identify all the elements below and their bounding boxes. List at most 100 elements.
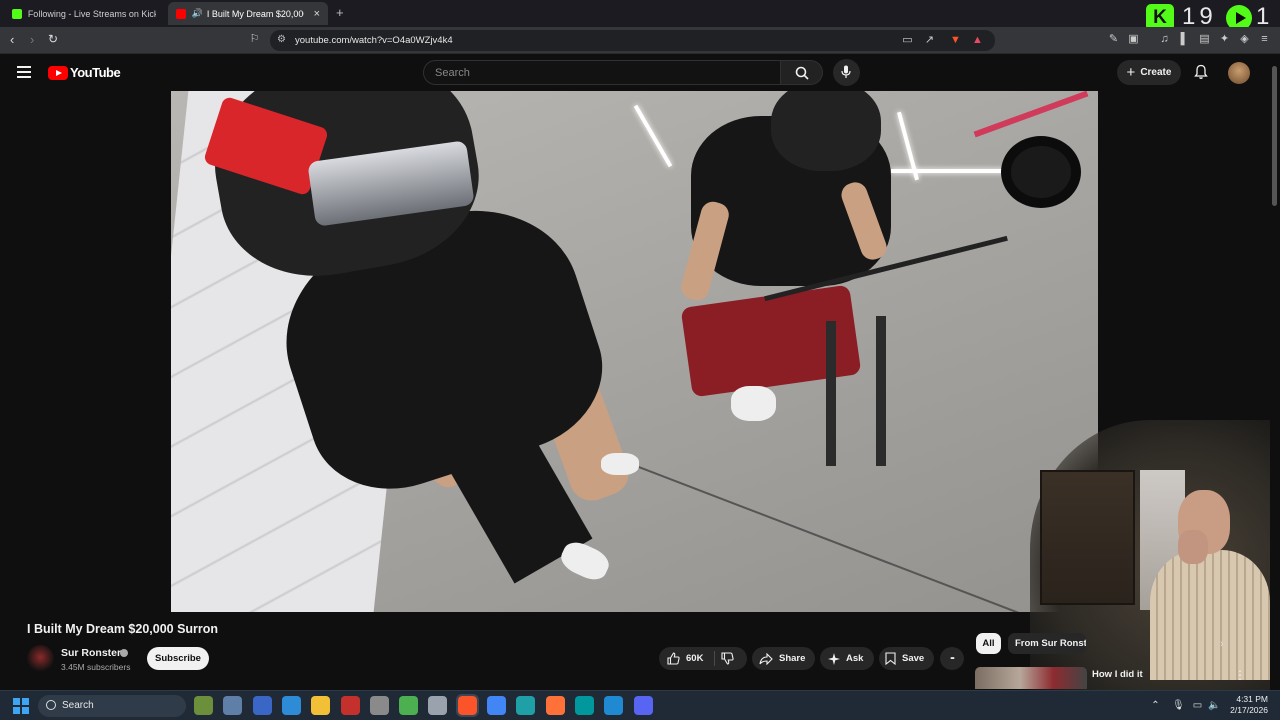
subscriber-count: 3.45M subscribers [61, 662, 131, 672]
wallet-icon[interactable]: ▤ [1198, 33, 1211, 46]
brave-shields-icon[interactable]: ▼ [949, 34, 962, 47]
share-page-icon[interactable]: ↗ [923, 34, 936, 47]
site-info-icon[interactable]: ⚙ [277, 34, 286, 45]
share-icon [759, 652, 773, 665]
page-scrollbar[interactable] [1270, 54, 1280, 690]
vscode-app-icon[interactable] [604, 696, 624, 715]
brave-browser-icon[interactable] [455, 694, 479, 717]
back-icon[interactable]: ‹ [10, 32, 14, 47]
clock-time: 4:31 PM [1236, 694, 1268, 704]
tab-kick-following[interactable]: Following - Live Streams on Kick [4, 2, 164, 25]
recommended-video-title[interactable]: How I did it [1092, 669, 1143, 680]
close-tab-icon[interactable]: × [314, 8, 320, 20]
store-app-icon[interactable] [252, 696, 272, 715]
video-title: I Built My Dream $20,000 Surron [27, 622, 219, 636]
video-frame-fork [826, 321, 836, 466]
voice-search-button[interactable] [833, 59, 860, 86]
tab-youtube-video[interactable]: 🔊 I Built My Dream $20,000 Surr × [168, 2, 328, 25]
search-button[interactable] [781, 60, 823, 85]
hamburger-menu-icon[interactable] [17, 66, 31, 78]
windows-taskbar: Search ⌃ 🎙 ▭ 🔈 4:31 PM 2/17/2026 [0, 690, 1280, 720]
youtube-logo[interactable]: YouTube [48, 65, 121, 80]
news-app-icon[interactable] [340, 696, 360, 715]
chrome-browser-icon[interactable] [487, 696, 506, 715]
facecam-streamer-hand [1178, 530, 1208, 564]
share-button[interactable]: Share [752, 647, 815, 670]
kick-favicon-icon [12, 8, 22, 19]
recommended-video-thumbnail[interactable] [975, 667, 1087, 689]
ask-button[interactable]: Ask [820, 647, 874, 670]
subscribe-button[interactable]: Subscribe [147, 647, 209, 670]
save-button[interactable]: Save [879, 647, 934, 670]
chip-all[interactable]: All [976, 633, 1001, 654]
edge-browser-icon[interactable] [516, 696, 536, 715]
new-tab-button[interactable]: + [336, 5, 344, 20]
forward-icon[interactable]: › [30, 32, 34, 47]
video-player[interactable] [171, 91, 1098, 612]
channel-name[interactable]: Sur Ronster [61, 647, 121, 659]
ask-label: Ask [846, 653, 864, 664]
media-icon[interactable]: ♫ [1158, 33, 1171, 46]
facecam-shelf [1040, 470, 1135, 605]
remote-app-icon[interactable] [281, 696, 301, 715]
thumbs-down-icon[interactable] [721, 652, 734, 665]
create-button[interactable]: + Create [1117, 60, 1181, 85]
reload-icon[interactable]: ↻ [48, 32, 58, 46]
more-dots-icon: ••• [950, 655, 954, 662]
tab-label: Following - Live Streams on Kick [27, 8, 156, 19]
leo-icon[interactable]: ✦ [1218, 33, 1231, 46]
search-icon [46, 700, 56, 710]
tray-overflow-icon[interactable]: ⌃ [1150, 700, 1161, 711]
frogger-widget-icon[interactable] [194, 696, 213, 715]
tab-label: I Built My Dream $20,000 Surr [206, 8, 304, 19]
microphone-icon [841, 65, 851, 78]
bookmark-save-icon [885, 652, 896, 665]
cast-icon[interactable]: ▭ [901, 34, 914, 47]
brave-rewards-icon[interactable]: ▲ [971, 34, 984, 47]
firefox-browser-icon[interactable] [545, 696, 565, 715]
windows-start-icon[interactable] [13, 698, 29, 714]
address-bar[interactable]: ⚙ youtube.com/watch?v=O4a0WZjv4k4 ▭ ↗ ▼ … [270, 30, 995, 51]
taskbar-search-label: Search [62, 700, 94, 711]
taskbar-search-input[interactable]: Search [38, 695, 186, 717]
arduino-app-icon[interactable] [574, 696, 594, 715]
account-avatar[interactable] [1228, 62, 1250, 84]
more-actions-button[interactable]: ••• [940, 647, 964, 670]
menu-icon[interactable]: ≡ [1258, 33, 1271, 46]
facecam-streamer-body [1150, 550, 1270, 680]
search-input[interactable]: Search [423, 60, 781, 85]
video-frame-helmet [771, 91, 881, 171]
recommended-more-icon[interactable]: ⋮ [1234, 668, 1246, 682]
video-frame-shoe [601, 453, 639, 475]
bookmark-icon[interactable]: ⚐ [248, 33, 261, 46]
file-explorer-icon[interactable] [311, 696, 331, 715]
browser-toolbar: ‹ › ↻ ⚐ ⚙ youtube.com/watch?v=O4a0WZjv4k… [0, 27, 1280, 54]
chip-from-channel[interactable]: From Sur Ronster [1008, 633, 1086, 654]
extensions-icon[interactable]: ✎ [1107, 33, 1120, 46]
screenshot-icon[interactable]: ▣ [1127, 33, 1140, 46]
video-frame-shoe [731, 386, 776, 421]
discord-app-icon[interactable] [633, 696, 653, 715]
notifications-bell-icon[interactable] [1193, 64, 1209, 80]
chevron-right-icon[interactable]: › [1220, 638, 1224, 650]
search-placeholder: Search [435, 67, 470, 79]
video-frame-fork [876, 316, 886, 466]
plus-icon: + [1126, 64, 1136, 81]
volume-icon[interactable]: 🔈 [1208, 700, 1220, 711]
channel-avatar[interactable] [27, 645, 54, 672]
url-text: youtube.com/watch?v=O4a0WZjv4k4 [295, 35, 453, 46]
tools-app-icon[interactable] [223, 696, 243, 715]
network-icon[interactable]: ▭ [1192, 700, 1203, 711]
timer-app-icon[interactable] [428, 696, 448, 715]
clock-app-icon[interactable] [369, 696, 389, 715]
browser-tab-strip: Following - Live Streams on Kick 🔊 I Bui… [0, 0, 1280, 27]
microphone-tray-icon[interactable]: 🎙 [1172, 700, 1185, 711]
vpn-icon[interactable]: ◈ [1238, 33, 1251, 46]
shield-app-icon[interactable] [399, 696, 419, 715]
search-icon [795, 66, 809, 80]
sidebar-icon[interactable]: ▌ [1178, 33, 1191, 46]
youtube-favicon-icon [176, 8, 186, 19]
scrollbar-thumb[interactable] [1272, 66, 1277, 206]
clock[interactable]: 4:31 PM 2/17/2026 [1228, 694, 1268, 716]
video-frame-wheel [1001, 136, 1081, 208]
